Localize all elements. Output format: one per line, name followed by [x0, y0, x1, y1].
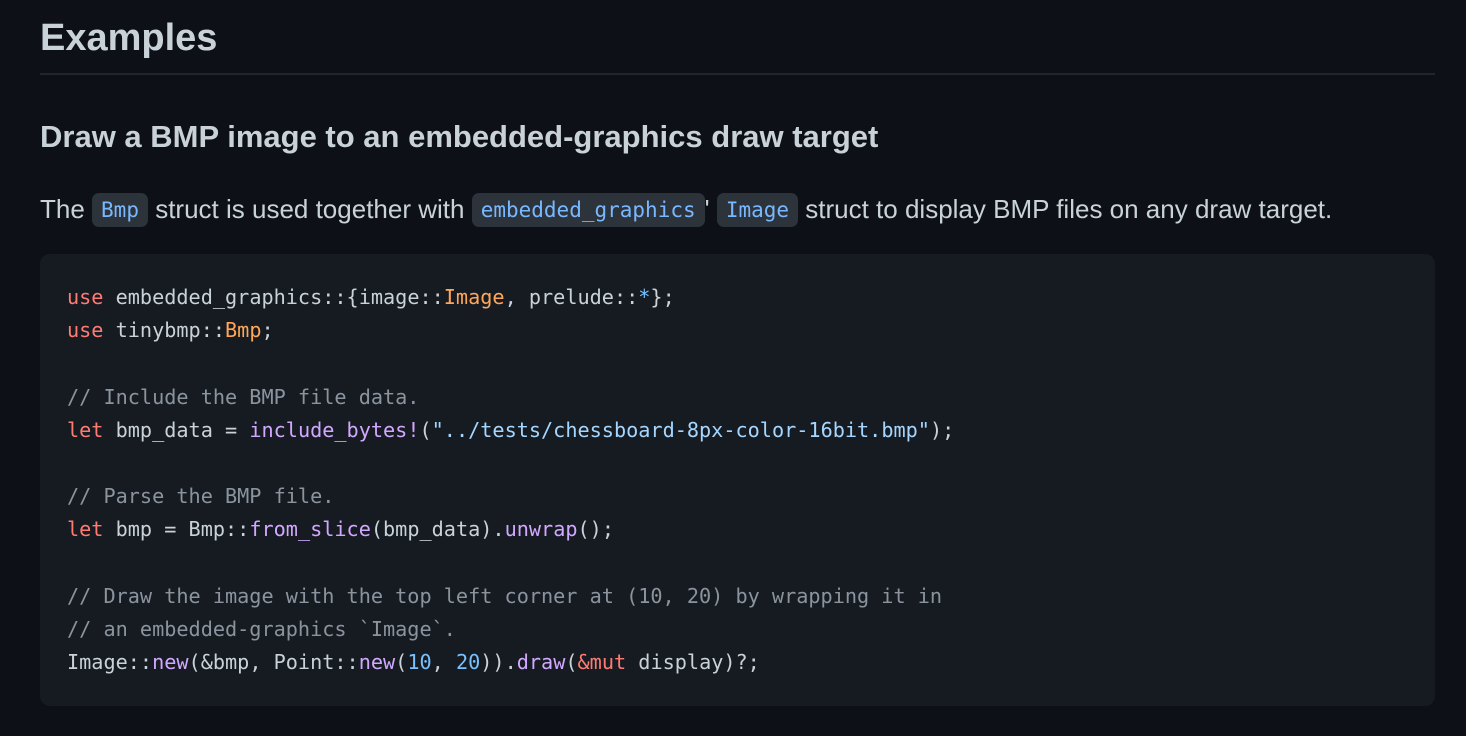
- code-token: (: [419, 417, 432, 442]
- code-token: ,: [431, 650, 456, 675]
- code-token: Image: [443, 285, 505, 309]
- code-token: );: [929, 417, 955, 442]
- readme-section: Examples Draw a BMP image to an embedded…: [0, 0, 1466, 736]
- inline-code-image: Image: [716, 193, 799, 227]
- code-line: let bmp = Bmp::from_slice(bmp_data).unwr…: [67, 513, 954, 546]
- code-line: // Include the BMP file data.: [67, 381, 954, 414]
- code-token: 10: [407, 650, 432, 675]
- code-token: use: [67, 285, 104, 309]
- code-token: Image::: [67, 650, 153, 675]
- code-line: use tinybmp::Bmp;: [67, 314, 954, 347]
- code-token: (bmp_data).: [370, 517, 505, 542]
- paragraph-text: The: [40, 194, 93, 224]
- description-paragraph: The Bmp struct is used together with emb…: [40, 187, 1332, 231]
- code-line: // Parse the BMP file.: [67, 480, 954, 513]
- code-block: use embedded_graphics::{image::Image, pr…: [40, 254, 1435, 706]
- code-token: new: [152, 650, 189, 675]
- code-token: include_bytes!: [249, 417, 420, 442]
- code-token: new: [358, 650, 396, 675]
- code-token: 20: [455, 650, 481, 675]
- code-token: embedded_graphics::{image::: [103, 285, 444, 309]
- code-token: // Include the BMP file data.: [67, 384, 420, 409]
- code-token: (: [395, 650, 408, 675]
- paragraph-text: struct to display BMP files on any draw …: [798, 194, 1333, 224]
- code-token: &mut: [577, 650, 627, 675]
- code-line: use embedded_graphics::{image::Image, pr…: [67, 281, 954, 314]
- code-token: use: [67, 318, 104, 343]
- code-token: bmp = Bmp::: [103, 517, 250, 542]
- code-token: "../tests/chessboard-8px-color-16bit.bmp…: [431, 417, 930, 442]
- code-token: ();: [577, 517, 614, 542]
- code-token: // Draw the image with the top left corn…: [67, 583, 943, 608]
- code-token: let: [67, 517, 104, 542]
- example-heading: Draw a BMP image to an embedded-graphics…: [40, 119, 879, 154]
- code-token: display)?;: [626, 650, 760, 675]
- code-token: tinybmp::: [103, 318, 226, 343]
- code-line: // an embedded-graphics `Image`.: [67, 613, 954, 646]
- code-token: Bmp: [225, 318, 262, 343]
- heading-divider: [40, 73, 1435, 75]
- code-token: (: [565, 650, 578, 675]
- section-heading: Examples: [40, 17, 218, 59]
- code-token: // an embedded-graphics `Image`.: [67, 616, 456, 641]
- code-token: ;: [261, 318, 274, 343]
- code-token: (&bmp, Point::: [188, 650, 359, 675]
- code-token: let: [67, 417, 104, 442]
- code-token: bmp_data =: [103, 417, 250, 442]
- code-token: };: [650, 285, 675, 309]
- code-token: from_slice: [249, 517, 371, 542]
- code-token: unwrap: [504, 517, 578, 542]
- code-token: draw: [516, 650, 566, 675]
- inline-code-embedded-graphics: embedded_graphics: [471, 193, 705, 227]
- paragraph-text: ': [704, 194, 717, 224]
- paragraph-text: struct is used together with: [147, 194, 472, 224]
- code-line: let bmp_data = include_bytes!("../tests/…: [67, 414, 954, 447]
- code-token: )).: [480, 650, 517, 675]
- code-token: *: [638, 285, 651, 309]
- code-content: use embedded_graphics::{image::Image, pr…: [67, 281, 954, 679]
- code-token: , prelude::: [504, 285, 639, 309]
- code-token: // Parse the BMP file.: [67, 484, 335, 509]
- inline-code-bmp: Bmp: [92, 193, 148, 227]
- code-line: // Draw the image with the top left corn…: [67, 580, 954, 613]
- code-line: Image::new(&bmp, Point::new(10, 20)).dra…: [67, 646, 954, 679]
